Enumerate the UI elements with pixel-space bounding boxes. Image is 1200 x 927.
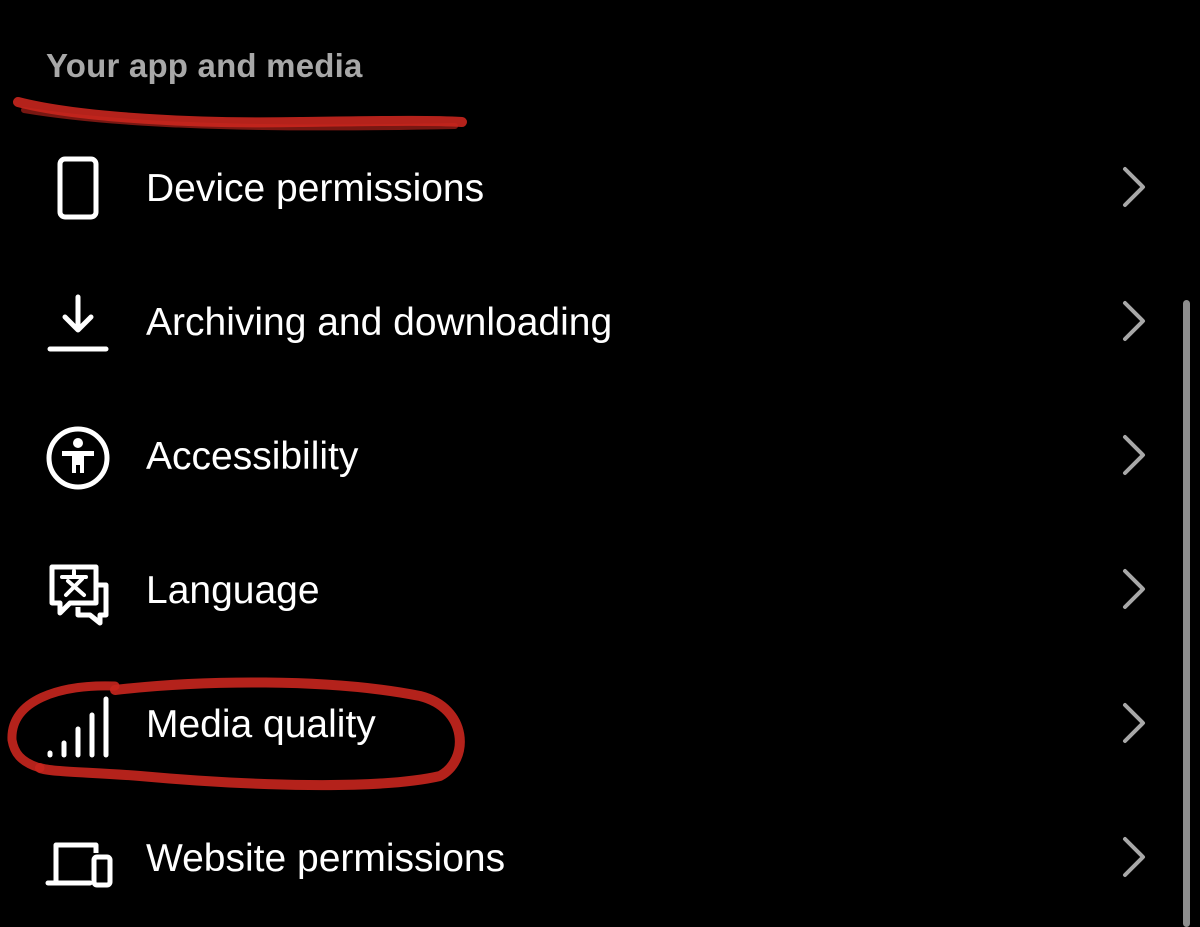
annotation-underline — [13, 97, 467, 128]
laptop-phone-icon — [40, 823, 116, 899]
chevron-right-icon — [1112, 165, 1156, 209]
chevron-right-icon — [1112, 433, 1156, 477]
chevron-right-icon — [1112, 835, 1156, 879]
chevron-right-icon — [1112, 299, 1156, 343]
vertical-scrollbar[interactable] — [1183, 300, 1190, 927]
menu-item-label: Website permissions — [146, 837, 506, 880]
download-icon — [40, 287, 116, 363]
chevron-right-icon — [1112, 567, 1156, 611]
menu-item-label: Archiving and downloading — [146, 301, 613, 344]
chevron-right-icon — [1112, 701, 1156, 745]
settings-section-header: Your app and media — [46, 47, 363, 84]
accessibility-icon — [40, 421, 116, 497]
menu-item-label: Device permissions — [146, 167, 485, 210]
menu-item-label: Media quality — [146, 703, 376, 746]
settings-menu-list: Device permissions Archiving and downloa… — [0, 121, 1200, 925]
translate-icon — [40, 555, 116, 631]
menu-item-archiving-downloading[interactable]: Archiving and downloading — [0, 255, 1200, 389]
menu-item-label: Accessibility — [146, 435, 359, 478]
menu-item-language[interactable]: Language — [0, 523, 1200, 657]
menu-item-device-permissions[interactable]: Device permissions — [0, 121, 1200, 255]
signal-bars-icon — [40, 689, 116, 765]
menu-item-media-quality[interactable]: Media quality — [0, 657, 1200, 791]
menu-item-website-permissions[interactable]: Website permissions — [0, 791, 1200, 925]
menu-item-label: Language — [146, 569, 320, 612]
menu-item-accessibility[interactable]: Accessibility — [0, 389, 1200, 523]
phone-icon — [40, 153, 116, 229]
